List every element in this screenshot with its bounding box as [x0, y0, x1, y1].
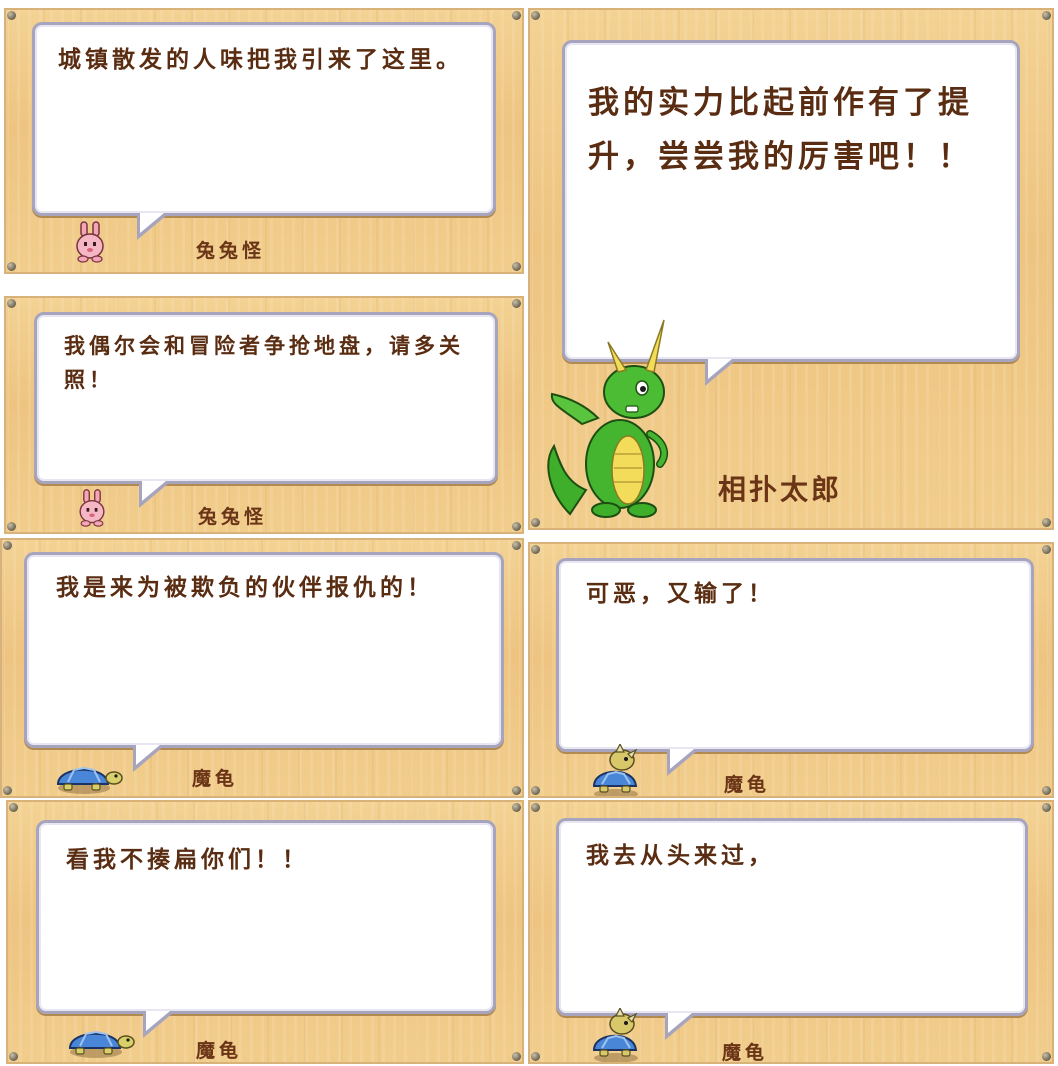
dialog-panel-2: 我偶尔会和冒险者争抢地盘，请多关照！ 兔兔怪: [4, 296, 524, 534]
speaker-name: 魔龟: [196, 1040, 243, 1062]
bunny-monster-icon: [72, 220, 108, 268]
blue-turtle-icon: [50, 754, 124, 796]
dialog-panel-3: 我的实力比起前作有了提升，尝尝我的厉害吧！！ 相扑太郎: [528, 8, 1054, 530]
rivet-icon: [3, 786, 12, 795]
rivet-icon: [531, 11, 540, 20]
rivet-icon: [1042, 545, 1051, 554]
rivet-icon: [7, 299, 16, 308]
dialog-text: 看我不揍扁你们！！: [66, 847, 309, 873]
rivet-icon: [7, 11, 16, 20]
rivet-icon: [531, 1052, 540, 1061]
rivet-icon: [512, 541, 521, 550]
spiked-turtle-icon: [588, 1006, 646, 1062]
rivet-icon: [1042, 11, 1051, 20]
spiked-turtle-icon: [588, 742, 646, 796]
dialog-text: 我的实力比起前作有了提升，尝尝我的厉害吧！！: [588, 85, 973, 176]
rivet-icon: [512, 1052, 521, 1061]
dialog-text: 我去从头来过，: [586, 843, 775, 869]
rivet-icon: [512, 786, 521, 795]
blue-turtle-icon: [62, 1018, 136, 1062]
rivet-icon: [531, 545, 540, 554]
speaker-name: 兔兔怪: [196, 240, 266, 262]
dialog-panel-1: 城镇散发的人味把我引来了这里。 兔兔怪: [4, 8, 524, 274]
rivet-icon: [1042, 1052, 1051, 1061]
speaker-name: 魔龟: [722, 1042, 769, 1064]
rivet-icon: [1042, 786, 1051, 795]
speaker-name: 魔龟: [192, 768, 239, 790]
dialog-panel-7: 我去从头来过， 魔龟: [528, 800, 1054, 1064]
rivet-icon: [531, 786, 540, 795]
rivet-icon: [3, 541, 12, 550]
dialog-text: 我偶尔会和冒险者争抢地盘，请多关照！: [64, 334, 464, 392]
rivet-icon: [512, 803, 521, 812]
speaker-name: 相扑太郎: [718, 473, 843, 506]
dialog-text: 城镇散发的人味把我引来了这里。: [58, 47, 463, 73]
rivet-icon: [7, 262, 16, 271]
rivet-icon: [1042, 518, 1051, 527]
rivet-icon: [531, 803, 540, 812]
dialog-panel-4: 我是来为被欺负的伙伴报仇的！ 魔龟: [0, 538, 524, 798]
dialog-text: 我是来为被欺负的伙伴报仇的！: [56, 575, 434, 601]
rivet-icon: [512, 11, 521, 20]
speaker-name: 魔龟: [724, 774, 771, 796]
rivet-icon: [531, 518, 540, 527]
rivet-icon: [512, 262, 521, 271]
rivet-icon: [512, 299, 521, 308]
bunny-monster-icon: [74, 488, 110, 532]
rivet-icon: [7, 522, 16, 531]
dialog-text: 可恶，又输了！: [586, 581, 775, 607]
rivet-icon: [512, 522, 521, 531]
rivet-icon: [9, 803, 18, 812]
rivet-icon: [9, 1052, 18, 1061]
speaker-name: 兔兔怪: [198, 506, 268, 528]
dialog-panel-6: 看我不揍扁你们！！ 魔龟: [6, 800, 524, 1064]
green-dragon-icon: [542, 314, 682, 528]
dialog-panel-5: 可恶，又输了！ 魔龟: [528, 542, 1054, 798]
rivet-icon: [1042, 803, 1051, 812]
